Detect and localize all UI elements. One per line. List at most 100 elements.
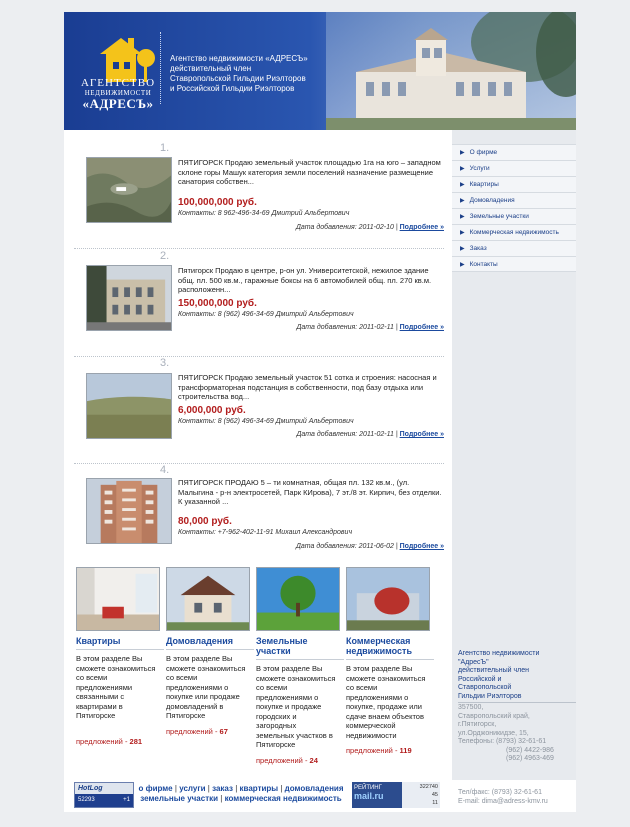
listing-description: ПЯТИГОРСК Продаю земельный участок 51 со…: [178, 373, 437, 401]
arrow-right-icon: ▶: [460, 198, 465, 204]
address-line: Ставропольский край,: [458, 712, 530, 720]
hotlog-stats: 52293 +1: [75, 794, 133, 807]
phones-row: Телефоны: (8793) 32-61-61: [458, 738, 576, 747]
count-label: предложений -: [76, 736, 130, 746]
footer-link-apartments[interactable]: квартиры: [240, 784, 279, 793]
phones-label: Телефоны:: [458, 738, 495, 745]
divider: [458, 702, 576, 703]
footer-links-row: земельные участки | коммерческая недвижи…: [140, 794, 342, 803]
more-link[interactable]: Подробнее »: [400, 224, 444, 231]
footer-link-land[interactable]: земельные участки: [140, 794, 218, 803]
count-label: предложений -: [346, 746, 400, 755]
address-line: 357500,: [458, 704, 484, 711]
footer-link-commercial[interactable]: коммерческая недвижимость: [225, 794, 342, 803]
more-link[interactable]: Подробнее »: [400, 543, 444, 550]
listing-number: 3.: [160, 357, 170, 369]
tree-photo: [257, 568, 339, 630]
nav-item-houses[interactable]: ▶ Домовладения: [452, 192, 576, 208]
hotlog-counter[interactable]: HotLog 52293 +1: [74, 782, 134, 808]
listing-date-row: Дата добавления: 2011-02-10 | Подробнее …: [295, 224, 444, 231]
agency-name-line: Российской и: [458, 675, 502, 683]
nav-item-land[interactable]: ▶ Земельные участки: [452, 208, 576, 224]
nav-item-apartments[interactable]: ▶ Квартиры: [452, 176, 576, 192]
category-photo[interactable]: [256, 567, 340, 631]
footer-link-houses[interactable]: домовладения: [285, 784, 344, 793]
nav-item-label: Квартиры: [469, 181, 499, 188]
category-description: В этом разделе Вы сможете ознакомиться с…: [166, 654, 246, 720]
category-count[interactable]: предложений - 119: [346, 746, 434, 755]
category-title[interactable]: Земельные участки: [256, 636, 344, 660]
category-count[interactable]: предложений - 24: [256, 756, 344, 765]
category-title[interactable]: Квартиры: [76, 636, 164, 650]
listing-price: 80,000 руб.: [178, 516, 232, 527]
arrow-right-icon: ▶: [460, 166, 465, 172]
arrow-right-icon: ▶: [460, 214, 465, 220]
nav-item-about[interactable]: ▶ О фирме: [452, 144, 576, 160]
nav-item-label: Земельные участки: [469, 213, 529, 220]
fax-line: Тел/факс: (8793) 32-61-61: [458, 789, 542, 796]
more-link[interactable]: Подробнее »: [400, 431, 444, 438]
mailru-rating-counter[interactable]: РЕЙТИНГ mail.ru 322740 45 11: [352, 782, 440, 808]
listing-photo[interactable]: [86, 478, 172, 544]
nav-item-label: Контакты: [469, 261, 498, 268]
page: АГЕНТСТВО НЕДВИЖИМОСТИ «АДРЕСЪ» Агентств…: [64, 12, 576, 812]
address-line: г.Пятигорск,: [458, 721, 497, 728]
listing-description: Пятигорск Продаю в центре, р-он ул. Унив…: [178, 266, 432, 294]
listing-description: ПЯТИГОРСК ПРОДАЮ 5 – ти комнатная, общая…: [178, 478, 442, 506]
email-line[interactable]: E-mail: dima@adress-kmv.ru: [458, 797, 576, 806]
satellite-photo: [87, 158, 171, 222]
building-photo: [87, 266, 171, 330]
mailru-value: 45: [431, 792, 438, 798]
agency-name-line: Гильдии Риэлторов: [458, 692, 522, 700]
listing-date: Дата добавления: 2011-06-02: [295, 543, 394, 550]
arrow-right-icon: ▶: [460, 182, 465, 188]
category-photo[interactable]: [76, 567, 160, 631]
sidebar-nav: ▶ О фирме ▶ Услуги ▶ Квартиры ▶ Домовладения…: [452, 144, 576, 272]
header-divider: [160, 32, 161, 104]
category-houses: Домовладения В этом разделе Вы сможете о…: [166, 567, 254, 736]
listing-photo[interactable]: [86, 373, 172, 439]
nav-item-label: Заказ: [469, 245, 487, 252]
category-photo[interactable]: [166, 567, 250, 631]
header-banner: АГЕНТСТВО НЕДВИЖИМОСТИ «АДРЕСЪ» Агентств…: [64, 12, 576, 130]
phone-number: (962) 4963-469: [506, 755, 554, 762]
listing-description: ПЯТИГОРСК Продаю земельный участок площа…: [178, 158, 441, 186]
footer-link-order[interactable]: заказ: [212, 784, 233, 793]
category-count[interactable]: предложений - 67: [166, 727, 254, 736]
footer-link-services[interactable]: услуги: [179, 784, 205, 793]
category-count[interactable]: предложений - 281: [76, 737, 164, 746]
agency-name-line: действительный член: [458, 667, 529, 674]
listing-item: 4. ПЯТИГОРСК ПРОДАЮ 5 – ти комнатная, об…: [74, 464, 444, 564]
listing-date-row: Дата добавления: 2011-02-11 | Подробнее …: [296, 324, 444, 331]
more-link[interactable]: Подробнее »: [400, 324, 444, 331]
hotlog-value: 52293: [78, 797, 95, 803]
nav-item-label: Услуги: [469, 165, 490, 172]
listing-contact: Контакты: +7-962-402-11-91 Михаил Алекса…: [178, 529, 353, 536]
apartment-building-photo: [87, 479, 171, 543]
count-label: предложений -: [166, 726, 220, 736]
nav-item-contacts[interactable]: ▶ Контакты: [452, 256, 576, 272]
listing-date-row: Дата добавления: 2011-02-11 | Подробнее …: [296, 431, 444, 438]
mailru-logo: РЕЙТИНГ mail.ru: [352, 782, 402, 808]
listing-photo[interactable]: [86, 157, 172, 223]
category-photo[interactable]: [346, 567, 430, 631]
nav-item-services[interactable]: ▶ Услуги: [452, 160, 576, 176]
field-photo: [87, 374, 171, 438]
agency-name-line: Ставропольской: [458, 684, 512, 691]
footer-links-row: о фирме | услуги | заказ | квартиры | до…: [138, 784, 344, 793]
nav-item-commercial[interactable]: ▶ Коммерческая недвижимость: [452, 224, 576, 240]
listing-price: 100,000,000 руб.: [178, 197, 257, 208]
count-value: 281: [129, 736, 143, 746]
nav-item-label: Коммерческая недвижимость: [469, 229, 559, 236]
logo-text[interactable]: АГЕНТСТВО НЕДВИЖИМОСТИ «АДРЕСЪ»: [76, 77, 160, 111]
listing-number: 2.: [160, 250, 170, 262]
listing-photo[interactable]: [86, 265, 172, 331]
count-label: предложений -: [256, 755, 310, 765]
category-title[interactable]: Домовладения: [166, 636, 254, 650]
footer-link-about[interactable]: о фирме: [138, 784, 172, 793]
nav-item-label: О фирме: [469, 149, 498, 156]
listing-item: 2. Пятигорск Продаю в центре, р-он ул. У…: [74, 250, 444, 350]
nav-item-order[interactable]: ▶ Заказ: [452, 240, 576, 256]
category-title[interactable]: Коммерческая недвижимость: [346, 636, 434, 660]
logo-line-1: АГЕНТСТВО: [80, 77, 156, 89]
